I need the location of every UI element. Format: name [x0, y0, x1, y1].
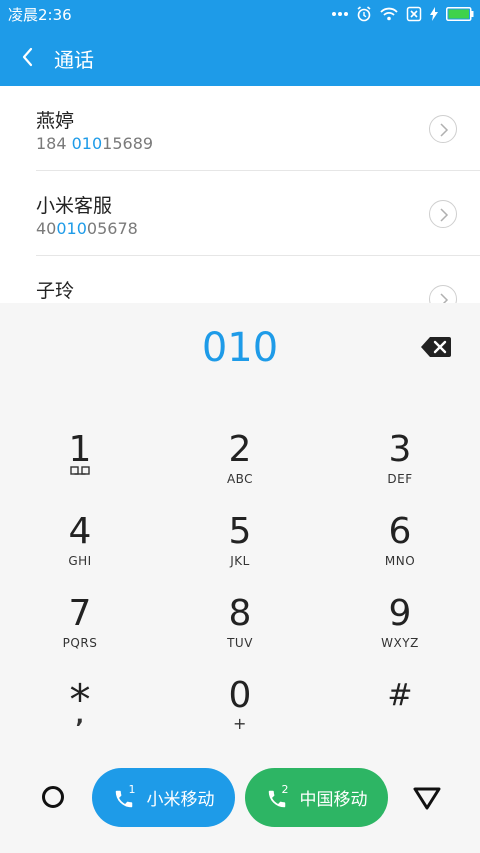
triangle-down-icon: [413, 787, 441, 810]
key-3[interactable]: 3 DEF: [320, 420, 480, 502]
wifi-icon: [380, 7, 398, 21]
contact-name: 子玲: [36, 280, 75, 302]
key-0[interactable]: 0 +: [160, 666, 320, 748]
app-bar: 通话: [0, 28, 480, 86]
key-digit: 0: [228, 675, 252, 716]
call-sim1-label: 小米移动: [146, 790, 215, 810]
backspace-icon: [421, 337, 451, 357]
alarm-icon: [357, 6, 371, 22]
key-digit: 2: [228, 429, 252, 470]
key-7[interactable]: 7 PQRS: [0, 584, 160, 666]
contact-result-item[interactable]: 小米客服 4001005678: [0, 171, 480, 256]
sim-number: 1: [128, 782, 136, 796]
contact-detail-button[interactable]: [429, 115, 457, 143]
mode-toggle-button[interactable]: [38, 782, 68, 812]
key-8[interactable]: 8 TUV: [160, 584, 320, 666]
contact-detail-button[interactable]: [429, 285, 457, 303]
key-letters: WXYZ: [381, 636, 419, 650]
key-digit: 8: [228, 593, 252, 634]
key-6[interactable]: 6 MNO: [320, 502, 480, 584]
chevron-right-icon: [440, 293, 449, 303]
phone-sim2-icon: 2: [266, 783, 292, 809]
call-sim2-button[interactable]: 2 中国移动: [245, 768, 388, 827]
contact-results-list: 燕婷 184 01015689 小米客服 4001005678 子玲: [0, 86, 480, 303]
contact-result-item[interactable]: 燕婷 184 01015689: [0, 86, 480, 171]
dialed-number: 010: [201, 325, 279, 371]
key-digit: 7: [68, 593, 92, 634]
contact-detail-button[interactable]: [429, 200, 457, 228]
call-bar: 1 小米移动 2 中国移动: [0, 760, 480, 840]
backspace-button[interactable]: [420, 335, 452, 359]
key-letters: GHI: [68, 554, 92, 568]
key-digit: 1: [68, 429, 92, 470]
status-time: 凌晨2:36: [8, 6, 72, 24]
sim-number: 2: [281, 782, 289, 796]
key-letters: TUV: [227, 636, 253, 650]
key-digit: 4: [68, 511, 92, 552]
key-letters: ABC: [226, 472, 254, 486]
status-bar: 凌晨2:36: [0, 0, 480, 28]
contact-number: 4001005678: [36, 219, 138, 238]
no-sim-icon: [406, 6, 422, 22]
back-arrow-icon: [22, 47, 33, 67]
dial-display: 010: [0, 303, 480, 393]
contact-name: 燕婷: [36, 110, 75, 132]
key-2[interactable]: 2 ABC: [160, 420, 320, 502]
key-digit: 5: [228, 511, 252, 552]
battery-icon: [446, 7, 474, 21]
status-icons: [332, 5, 474, 23]
chevron-right-icon: [440, 208, 449, 222]
key-hash[interactable]: #: [320, 666, 480, 748]
chevron-right-icon: [440, 123, 449, 137]
key-letters: +: [233, 714, 247, 733]
key-digit: 6: [388, 511, 412, 552]
collapse-keypad-button[interactable]: [410, 784, 444, 812]
back-button[interactable]: [14, 42, 44, 72]
key-letters: PQRS: [62, 636, 98, 650]
more-dots-icon: [332, 12, 348, 16]
key-5[interactable]: 5 JKL: [160, 502, 320, 584]
key-9[interactable]: 9 WXYZ: [320, 584, 480, 666]
key-letters: MNO: [384, 554, 416, 568]
page-title: 通话: [54, 48, 94, 72]
voicemail-icon: [70, 466, 90, 475]
key-1[interactable]: 1: [0, 420, 160, 502]
key-digit: 9: [388, 593, 412, 634]
contact-number: 184 01015689: [36, 134, 154, 153]
key-4[interactable]: 4 GHI: [0, 502, 160, 584]
key-digit: 3: [388, 429, 412, 470]
key-letters: DEF: [387, 472, 413, 486]
contact-name: 小米客服: [36, 195, 113, 217]
key-letters: ,: [75, 704, 85, 729]
key-digit: #: [387, 678, 413, 713]
key-letters: JKL: [230, 554, 250, 568]
phone-sim1-icon: 1: [113, 783, 139, 809]
call-sim2-label: 中国移动: [299, 790, 368, 810]
circle-icon: [42, 786, 64, 808]
contact-result-item[interactable]: 子玲: [0, 256, 480, 303]
key-star[interactable]: * ,: [0, 666, 160, 748]
charging-icon: [430, 7, 438, 21]
call-sim1-button[interactable]: 1 小米移动: [92, 768, 235, 827]
